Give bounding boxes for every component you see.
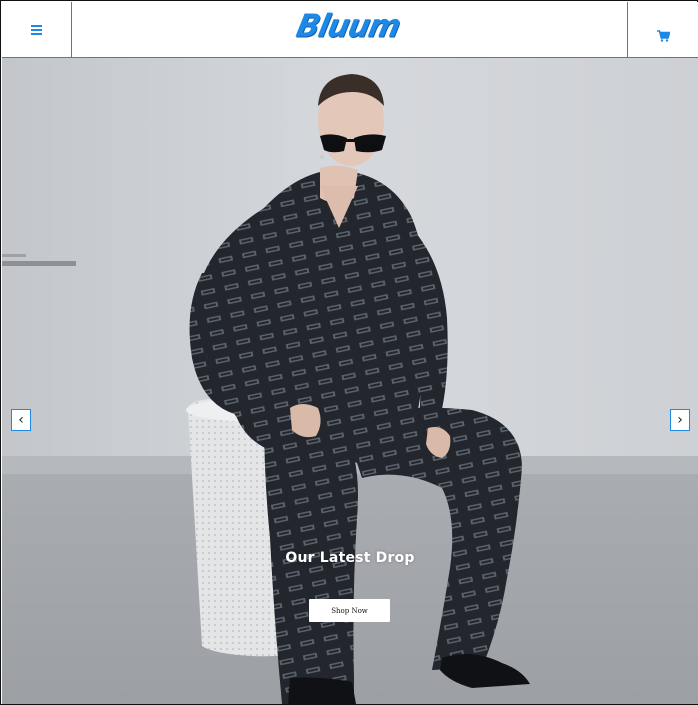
chevron-right-icon: › xyxy=(677,412,683,428)
hamburger-menu-icon xyxy=(31,25,42,35)
hero-title: Our Latest Drop xyxy=(285,550,415,566)
slider-next-button[interactable]: › xyxy=(670,409,690,431)
page-frame: Bluum ‹ › Our Latest Drop Shop Now xyxy=(0,0,698,705)
brand-logo-text: Bluum xyxy=(293,7,403,45)
hero-slider: ‹ › Our Latest Drop Shop Now xyxy=(2,58,698,704)
site-header: Bluum xyxy=(2,2,698,58)
shop-now-button[interactable]: Shop Now xyxy=(309,599,390,622)
cart-button[interactable] xyxy=(627,2,698,57)
shopping-cart-icon xyxy=(656,29,670,42)
slider-prev-button[interactable]: ‹ xyxy=(11,409,31,431)
chevron-left-icon: ‹ xyxy=(18,412,24,428)
brand-logo[interactable]: Bluum xyxy=(293,7,403,45)
menu-button[interactable] xyxy=(2,2,72,57)
